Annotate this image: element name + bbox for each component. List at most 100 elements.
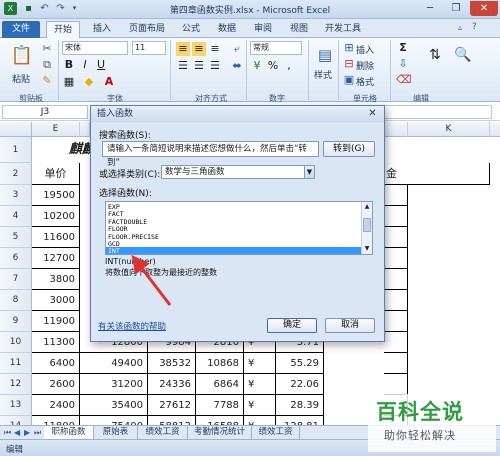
- styles-label[interactable]: 样式: [314, 68, 332, 81]
- autosum-icon[interactable]: Σ: [396, 41, 410, 55]
- row-header[interactable]: 11: [0, 353, 32, 374]
- row-header[interactable]: 3: [0, 185, 32, 206]
- tab-insert[interactable]: 插入: [86, 21, 118, 38]
- tab-developer[interactable]: 开发工具: [318, 21, 368, 38]
- scroll-up-icon[interactable]: ▲: [363, 203, 371, 211]
- format-cells-button[interactable]: 格式: [356, 75, 374, 88]
- tab-formulas[interactable]: 公式: [176, 21, 206, 38]
- format-cells-icon[interactable]: ▣: [342, 73, 356, 87]
- sheet-nav-first-icon[interactable]: ⏮: [4, 426, 11, 439]
- row-header[interactable]: 8: [0, 290, 32, 311]
- table-cell[interactable]: 31200: [80, 374, 148, 395]
- styles-icon[interactable]: ▤: [314, 44, 336, 66]
- delete-cells-button[interactable]: 删除: [356, 59, 374, 72]
- empty-cell[interactable]: [384, 332, 408, 353]
- row-header[interactable]: 1: [0, 137, 32, 163]
- sheet-tab[interactable]: 考勤情况统计: [188, 426, 252, 439]
- tab-data[interactable]: 数据: [212, 21, 242, 38]
- row-header[interactable]: 12: [0, 374, 32, 395]
- paste-label[interactable]: 粘贴: [12, 72, 30, 85]
- empty-cell[interactable]: [384, 269, 408, 290]
- function-search-input[interactable]: 请输入一条简短说明来描述您想做什么，然后单击“转到”: [102, 141, 319, 168]
- empty-cell[interactable]: [384, 185, 408, 206]
- select-all-corner[interactable]: [0, 122, 32, 137]
- font-size-select[interactable]: 11: [132, 41, 166, 55]
- price-cell[interactable]: 12700: [32, 248, 80, 269]
- align-right-icon[interactable]: ☰: [208, 59, 222, 73]
- function-help-link[interactable]: 有关该函数的帮助: [98, 320, 166, 332]
- align-bottom-icon[interactable]: ≡: [208, 42, 222, 56]
- row-header[interactable]: 4: [0, 206, 32, 227]
- price-cell[interactable]: 2400: [32, 395, 80, 416]
- bold-icon[interactable]: B: [62, 58, 76, 72]
- border-icon[interactable]: ▦: [62, 75, 76, 89]
- align-top-icon[interactable]: ≡: [176, 42, 190, 56]
- paste-icon[interactable]: 📋: [10, 44, 34, 68]
- comma-icon[interactable]: ,: [282, 59, 296, 73]
- italic-icon[interactable]: I: [78, 58, 92, 72]
- table-cell[interactable]: ¥: [244, 353, 276, 374]
- font-color-icon[interactable]: A: [102, 75, 116, 89]
- column-header-e[interactable]: E: [32, 122, 80, 137]
- table-cell[interactable]: 6864: [196, 374, 244, 395]
- price-cell[interactable]: 11600: [32, 227, 80, 248]
- sheet-tab-active[interactable]: 职称函数: [44, 426, 94, 439]
- align-center-icon[interactable]: ☰: [192, 59, 206, 73]
- table-cell[interactable]: 49400: [80, 353, 148, 374]
- tab-home[interactable]: 开始: [46, 21, 80, 38]
- function-list-item[interactable]: INT: [106, 247, 361, 254]
- find-select-icon[interactable]: 🔍: [452, 44, 474, 66]
- price-cell[interactable]: 2600: [32, 374, 80, 395]
- font-name-select[interactable]: 宋体: [62, 41, 128, 55]
- insert-cells-button[interactable]: 插入: [356, 43, 374, 56]
- column-header[interactable]: [80, 122, 90, 137]
- tab-view[interactable]: 视图: [284, 21, 314, 38]
- column-header-k[interactable]: K: [408, 122, 490, 137]
- scroll-down-icon[interactable]: ▼: [363, 245, 371, 253]
- price-cell[interactable]: 10200: [32, 206, 80, 227]
- help-icon[interactable]: ?: [472, 22, 477, 32]
- table-cell[interactable]: 27612: [148, 395, 196, 416]
- dialog-close-icon[interactable]: ✕: [366, 108, 379, 120]
- copy-icon[interactable]: ⧉: [40, 58, 54, 72]
- row-header[interactable]: 7: [0, 269, 32, 290]
- underline-icon[interactable]: U: [94, 58, 108, 72]
- format-painter-icon[interactable]: ✎: [40, 74, 54, 88]
- fill-color-icon[interactable]: ◆: [82, 75, 96, 89]
- function-list-scrollbar[interactable]: ▲ ▼: [361, 202, 372, 254]
- minimize-icon[interactable]: ─: [418, 1, 442, 16]
- column-header[interactable]: [384, 122, 408, 137]
- table-cell[interactable]: ¥: [244, 374, 276, 395]
- row-header[interactable]: 2: [0, 163, 32, 185]
- row-header[interactable]: 5: [0, 227, 32, 248]
- empty-cell[interactable]: [384, 311, 408, 332]
- sheet-tab[interactable]: 原始表: [94, 426, 138, 439]
- sheet-tab[interactable]: 绩效工资: [252, 426, 300, 439]
- cancel-button[interactable]: 取消: [325, 318, 375, 333]
- price-cell[interactable]: 19500: [32, 185, 80, 206]
- price-cell[interactable]: 11300: [32, 332, 80, 353]
- delete-cells-icon[interactable]: ⊟: [342, 57, 356, 71]
- cut-icon[interactable]: ✂: [40, 42, 54, 56]
- tab-page-layout[interactable]: 页面布局: [122, 21, 172, 38]
- row-header[interactable]: 13: [0, 395, 32, 416]
- sheet-nav-last-icon[interactable]: ⏭: [34, 426, 41, 439]
- table-cell[interactable]: 22.06: [276, 374, 324, 395]
- align-left-icon[interactable]: ☰: [176, 59, 190, 73]
- sheet-tab[interactable]: 绩效工资: [138, 426, 188, 439]
- table-cell[interactable]: 55.29: [276, 353, 324, 374]
- insert-cells-icon[interactable]: ⊞: [342, 41, 356, 55]
- table-cell[interactable]: 7788: [196, 395, 244, 416]
- table-cell[interactable]: ¥: [244, 395, 276, 416]
- empty-cell[interactable]: [384, 290, 408, 311]
- go-button[interactable]: 转到(G): [323, 141, 375, 157]
- close-icon[interactable]: ✕: [470, 1, 498, 16]
- scroll-thumb[interactable]: [363, 218, 371, 232]
- percent-icon[interactable]: %: [266, 59, 280, 73]
- row-header[interactable]: 6: [0, 248, 32, 269]
- wrap-text-icon[interactable]: ⤶: [230, 42, 244, 56]
- merge-center-icon[interactable]: ⬌: [230, 59, 244, 73]
- header-amount-cell[interactable]: 金: [384, 163, 490, 185]
- currency-icon[interactable]: ¥: [250, 59, 264, 73]
- table-cell[interactable]: 28.39: [276, 395, 324, 416]
